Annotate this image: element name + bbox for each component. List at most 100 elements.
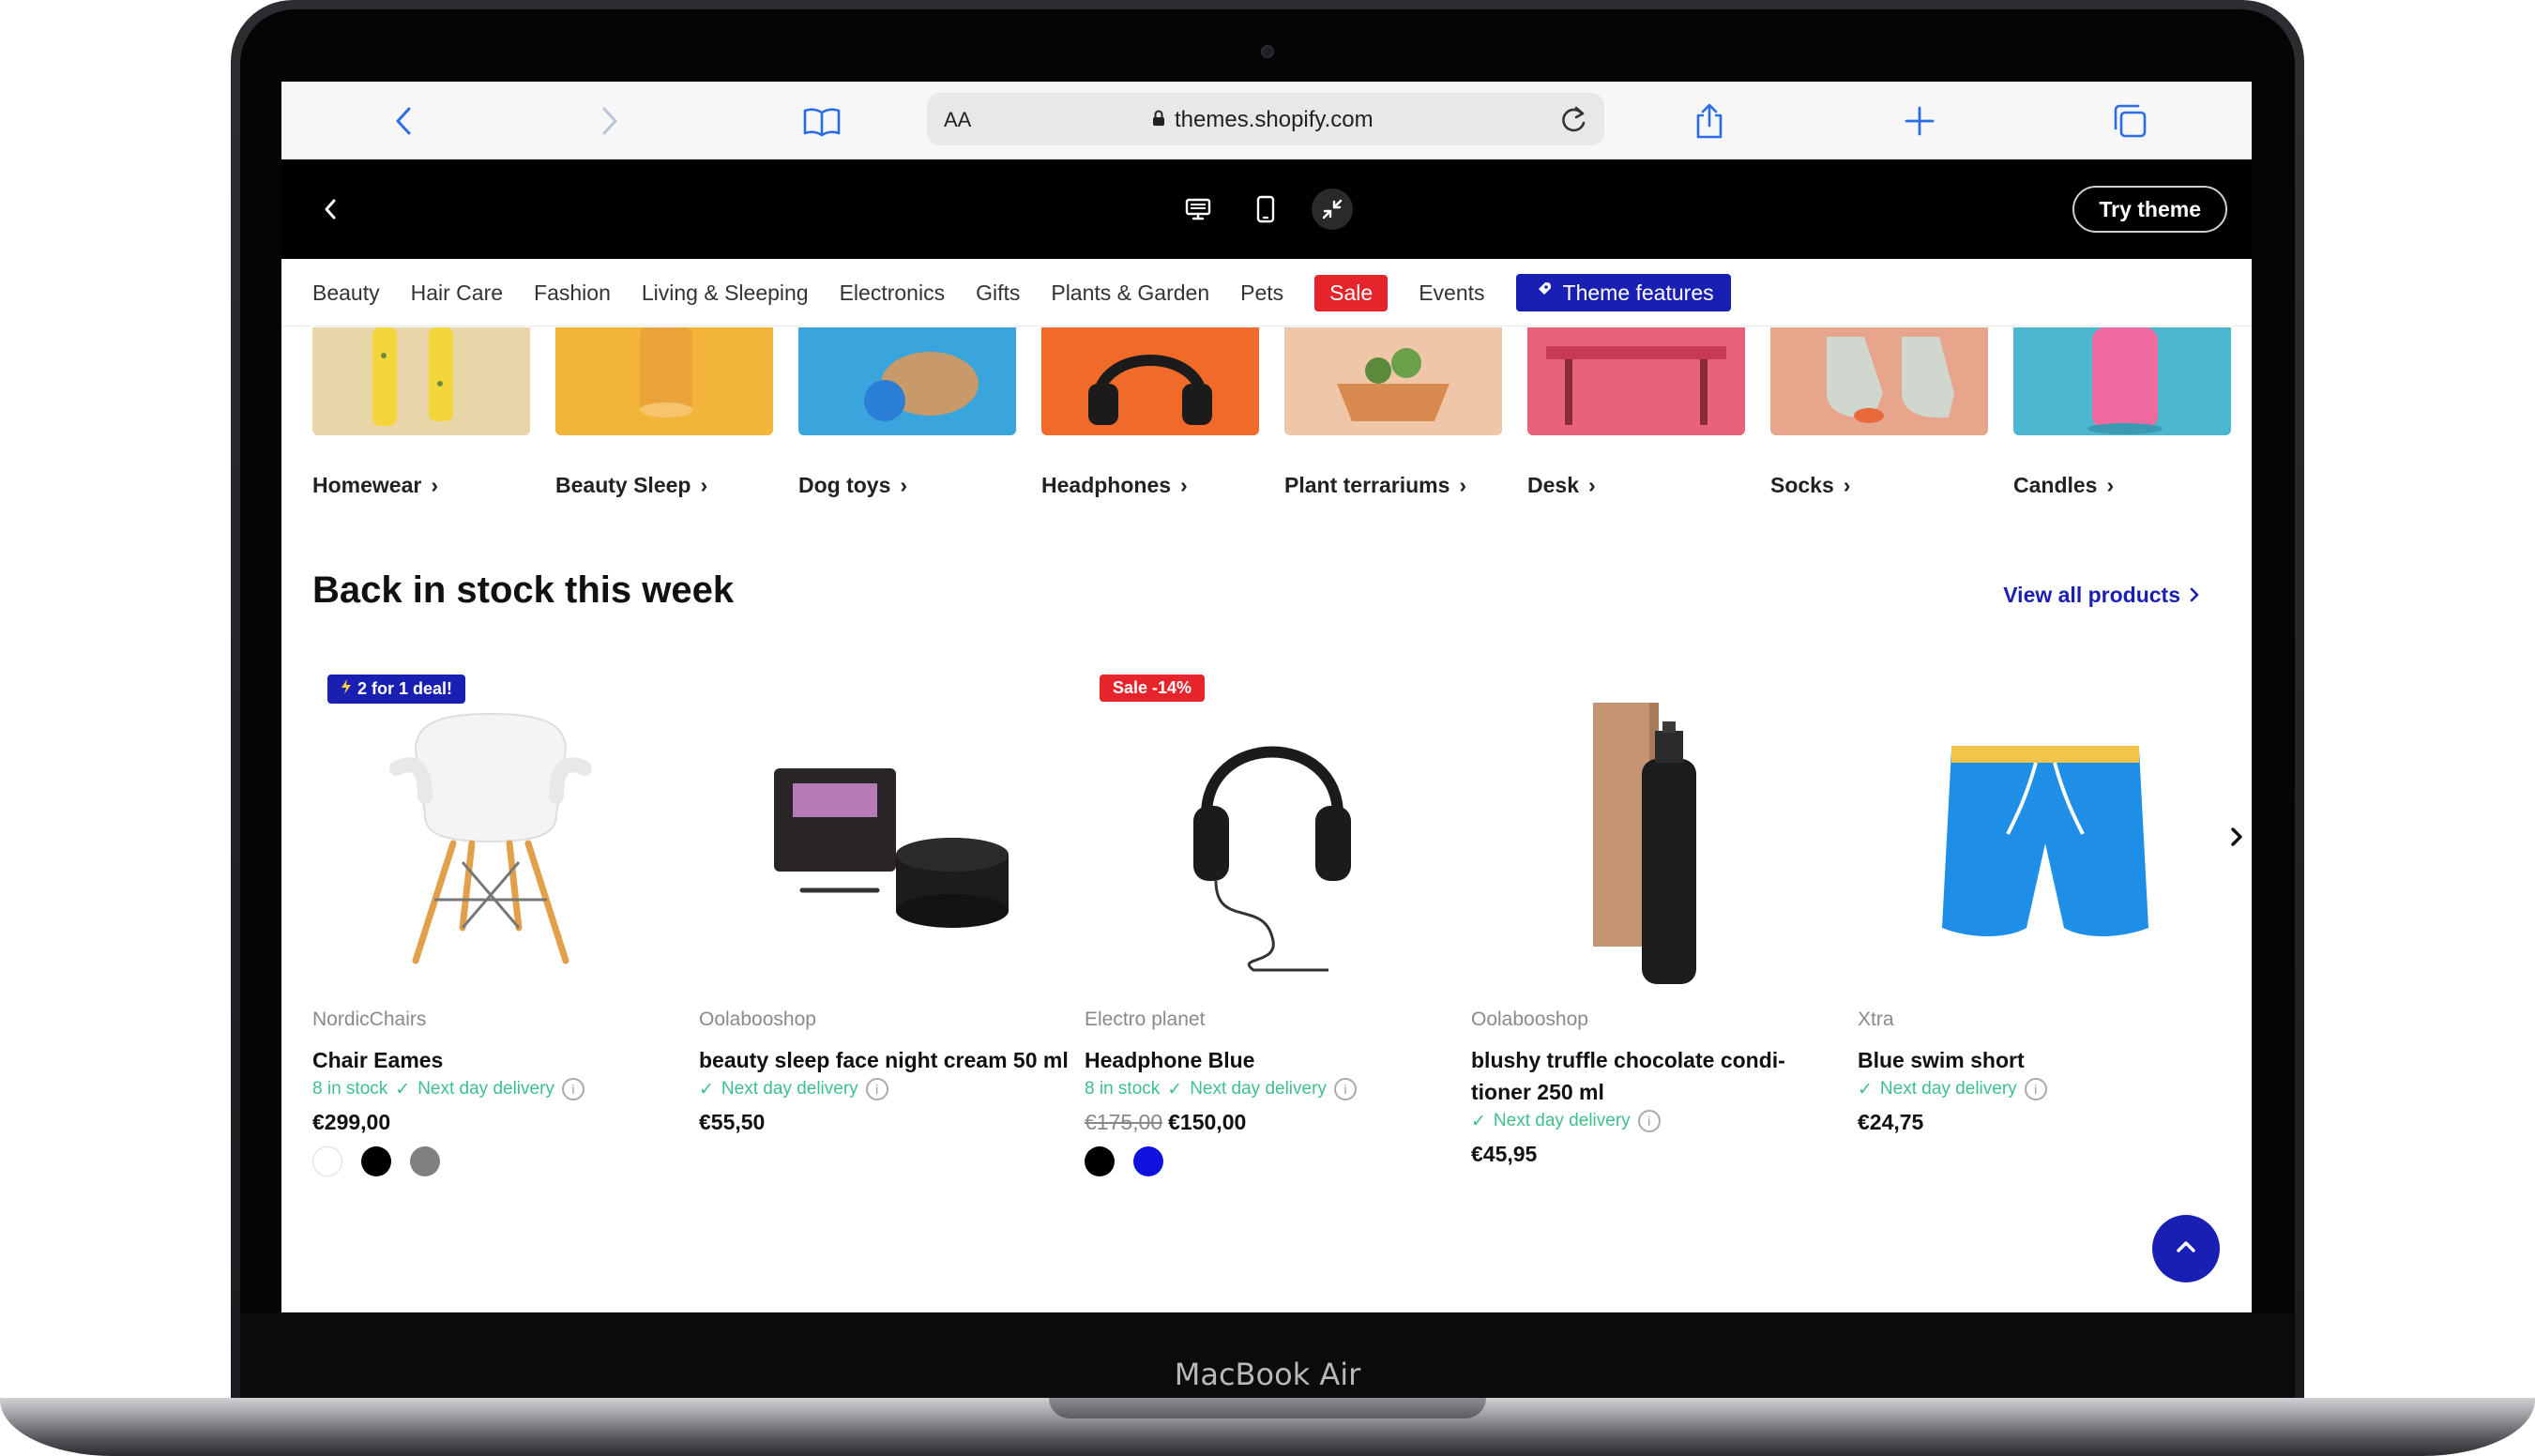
back-to-top-button[interactable] [2152,1215,2220,1282]
browser-toolbar: AA themes.shopify.com [281,82,2252,159]
bookmarks-icon[interactable] [801,100,842,142]
collection-card[interactable]: Socks › [1770,327,1988,498]
nav-item-fashion[interactable]: Fashion [534,281,611,306]
nav-item-electronics[interactable]: Electronics [840,281,945,306]
product-title[interactable]: Chair Eames [312,1044,688,1076]
nav-item-gifts[interactable]: Gifts [976,281,1020,306]
url-display[interactable]: themes.shopify.com [1152,107,1374,133]
reader-button[interactable]: AA [944,108,971,132]
collapse-icon[interactable] [1312,189,1353,230]
stock-status: 8 in stock ✓ Next day delivery i [1085,1078,1460,1100]
tabs-icon[interactable] [2109,100,2150,142]
collection-image [1770,327,1988,435]
nav-item-beauty[interactable]: Beauty [312,281,380,306]
collection-card[interactable]: Candles › [2013,327,2231,498]
product-card[interactable]: Oolaboo​shop blushy truffle chocolate co… [1471,665,1846,1167]
view-all-products-link[interactable]: View all products [2003,583,2199,608]
collection-label: Plant terrariums [1284,473,1450,497]
product-title[interactable]: Blue swim short [1858,1044,2233,1076]
info-icon[interactable]: i [2024,1078,2047,1100]
collection-label: Homewear [312,473,422,497]
collection-image [555,327,773,435]
delivery-label: Next day delivery [1493,1111,1631,1130]
chevron-right-icon: › [1587,473,1596,497]
swatch-black[interactable] [361,1146,391,1176]
url-text: themes.shopify.com [1175,107,1374,132]
product-card[interactable]: Xtra Blue swim short ✓ Next day delivery… [1858,665,2233,1135]
swatch-white[interactable] [312,1146,342,1176]
product-price: €150,00 [1168,1110,1247,1134]
product-price-group: €175,00 €150,00 [1085,1110,1460,1135]
try-theme-button[interactable]: Try theme [2072,186,2227,233]
product-vendor: NordicChairs [312,1009,427,1030]
product-price: €24,75 [1858,1110,1924,1134]
stock-count: 8 in stock [1085,1079,1161,1099]
product-image [1471,665,1846,1003]
desktop-icon[interactable] [1177,189,1219,230]
swatch-black[interactable] [1085,1146,1115,1176]
collection-label: Dog toys [798,473,891,497]
collections-row: Homewear › Beauty Sleep › Dog toys › Headph… [281,327,2252,562]
nav-item-pets[interactable]: Pets [1240,281,1283,306]
sale-badge: Sale -14% [1100,675,1206,702]
chevron-right-icon: › [1180,473,1188,497]
check-icon: ✓ [1471,1111,1486,1131]
collection-label: Desk [1527,473,1579,497]
product-card[interactable]: 2 for 1 deal! NordicChairs Chair Eames 8… [312,665,688,1176]
address-bar[interactable]: AA themes.shopify.com [927,93,1604,145]
delivery-label: Next day delivery [1190,1079,1327,1099]
back-icon[interactable] [383,100,424,142]
back-chevron-icon[interactable] [310,189,351,230]
mobile-icon[interactable] [1245,189,1286,230]
nav-item-events[interactable]: Events [1419,281,1484,306]
product-title[interactable]: beauty sleep face night cream 50 ml [699,1044,1074,1076]
delivery-label: Next day delivery [1879,1079,2017,1099]
stock-count: 8 in stock [312,1079,388,1099]
new-tab-icon[interactable] [1899,100,1940,142]
collection-card[interactable]: Beauty Sleep › [555,327,773,498]
rocket-icon [1533,280,1554,306]
info-icon[interactable]: i [1637,1110,1661,1132]
product-price: €299,00 [312,1110,391,1134]
share-icon[interactable] [1689,100,1730,142]
model-label: MacBook Air [1174,1357,1361,1392]
product-title[interactable]: Headphone Blue [1085,1044,1460,1076]
product-card[interactable]: Sale -14% Electro planet Headphone Blue … [1085,665,1460,1176]
chevron-right-icon [2190,583,2199,608]
chevron-right-icon: › [2106,473,2115,497]
product-card[interactable]: Oolaboo​shop beauty sleep face night cre… [699,665,1074,1135]
swatch-grey[interactable] [410,1146,440,1176]
screen: AA themes.shopify.com Try theme Beauty H… [281,82,2252,1312]
collection-label: Socks [1770,473,1834,497]
collection-card[interactable]: Dog toys › [798,327,1016,498]
nav-item-hair-care[interactable]: Hair Care [411,281,503,306]
product-title[interactable]: blushy truffle chocolate condi- tioner 2… [1471,1044,1846,1108]
nav-item-theme-features[interactable]: Theme features [1515,274,1731,311]
nav-item-living-sleeping[interactable]: Living & Sleeping [642,281,809,306]
info-icon[interactable]: i [561,1078,584,1100]
delivery-label: Next day delivery [721,1079,858,1099]
swatch-blue[interactable] [1133,1146,1163,1176]
lock-icon [1152,107,1165,133]
chevron-right-icon: › [700,473,708,497]
reload-icon[interactable] [1557,102,1589,141]
stock-status: ✓ Next day delivery i [699,1078,1074,1100]
collection-card[interactable]: Headphones › [1041,327,1259,498]
carousel-next-icon[interactable] [2224,823,2252,856]
info-icon[interactable]: i [865,1078,888,1100]
forward-icon[interactable] [589,100,630,142]
nav-item-plants-garden[interactable]: Plants & Garden [1051,281,1209,306]
chevron-right-icon: › [1843,473,1851,497]
section-title: Back in stock this week [312,569,735,611]
collection-card[interactable]: Homewear › [312,327,530,498]
info-icon[interactable]: i [1333,1078,1357,1100]
nav-item-sale[interactable]: Sale [1314,274,1389,311]
collection-card[interactable]: Plant terrariums › [1284,327,1502,498]
collection-label: Beauty Sleep [555,473,691,497]
collection-image [1041,327,1259,435]
check-icon: ✓ [1858,1079,1873,1100]
collection-card[interactable]: Desk › [1527,327,1745,498]
collection-image [1527,327,1745,435]
check-icon: ✓ [395,1079,411,1100]
collection-image [312,327,530,435]
